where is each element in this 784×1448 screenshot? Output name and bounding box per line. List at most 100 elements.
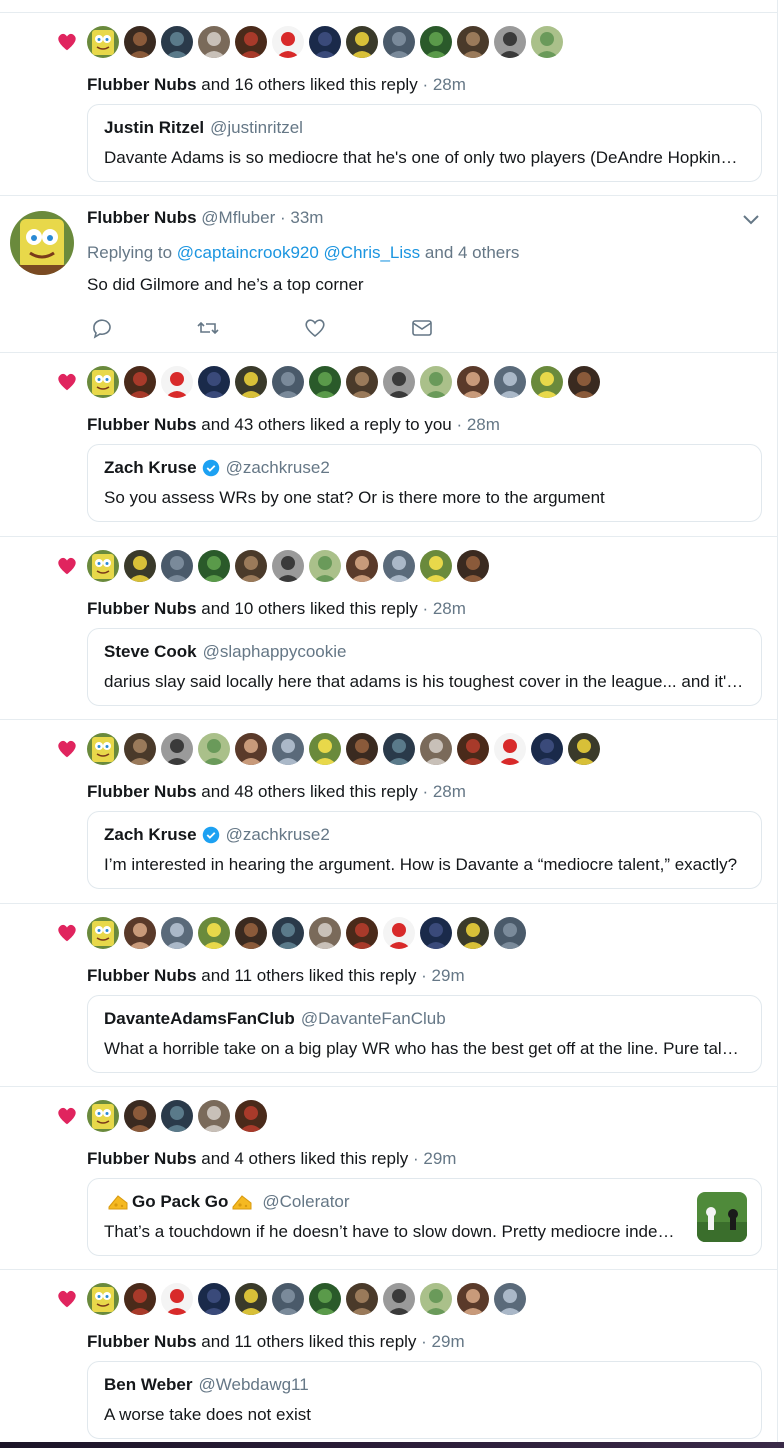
liker-avatar[interactable]	[161, 1100, 193, 1132]
liker-avatar[interactable]	[124, 26, 156, 58]
quoted-author-handle[interactable]: @Colerator	[262, 1191, 349, 1213]
liker-avatar[interactable]	[457, 366, 489, 398]
liker-avatar[interactable]	[272, 550, 304, 582]
media-thumbnail[interactable]	[697, 1192, 747, 1242]
liker-avatar[interactable]	[198, 1283, 230, 1315]
liker-avatar[interactable]	[494, 1283, 526, 1315]
liker-avatar[interactable]	[383, 1283, 415, 1315]
liker-avatar[interactable]	[87, 1100, 119, 1132]
liker-name[interactable]: Flubber Nubs	[87, 1149, 197, 1168]
liker-avatar[interactable]	[272, 733, 304, 765]
liker-avatar[interactable]	[272, 366, 304, 398]
tweet-timestamp[interactable]: · 33m	[280, 208, 323, 227]
liker-avatar[interactable]	[309, 366, 341, 398]
liker-avatar[interactable]	[346, 1283, 378, 1315]
liker-avatar[interactable]	[198, 550, 230, 582]
liker-avatar[interactable]	[198, 26, 230, 58]
quoted-author-handle[interactable]: @zachkruse2	[226, 457, 330, 479]
liker-avatar[interactable]	[124, 733, 156, 765]
liker-avatar[interactable]	[383, 366, 415, 398]
liker-avatar[interactable]	[494, 26, 526, 58]
liker-avatar[interactable]	[124, 917, 156, 949]
liker-avatar[interactable]	[87, 1283, 119, 1315]
liker-avatar[interactable]	[568, 366, 600, 398]
like-timestamp[interactable]: · 28m	[422, 75, 465, 94]
quoted-tweet[interactable]: Steve Cook @slaphappycookie darius slay sa…	[87, 628, 762, 706]
liker-name[interactable]: Flubber Nubs	[87, 75, 197, 94]
chevron-down-icon[interactable]	[740, 213, 762, 227]
liker-avatar[interactable]	[161, 366, 193, 398]
reply-user-link[interactable]: @Chris_Liss	[324, 243, 421, 262]
liker-name[interactable]: Flubber Nubs	[87, 782, 197, 801]
quoted-tweet[interactable]: Zach Kruse @zachkruse2 I’m interested in h…	[87, 811, 762, 889]
quoted-author-name[interactable]: Zach Kruse	[104, 824, 197, 846]
liker-avatar[interactable]	[346, 366, 378, 398]
liker-avatar[interactable]	[457, 1283, 489, 1315]
liker-avatar[interactable]	[457, 26, 489, 58]
like-timestamp[interactable]: · 29m	[421, 966, 464, 985]
liker-avatar[interactable]	[87, 550, 119, 582]
quoted-tweet[interactable]: Go Pack Go @Colerator That’s a touchdown i…	[87, 1178, 762, 1256]
liker-avatar[interactable]	[161, 26, 193, 58]
liker-avatar[interactable]	[309, 733, 341, 765]
quoted-author-handle[interactable]: @slaphappycookie	[203, 641, 347, 663]
liker-avatar[interactable]	[531, 26, 563, 58]
quoted-tweet[interactable]: Zach Kruse @zachkruse2 So you assess WRs b…	[87, 444, 762, 522]
liker-avatar[interactable]	[161, 1283, 193, 1315]
liker-avatar[interactable]	[235, 1100, 267, 1132]
like-timestamp[interactable]: · 28m	[422, 782, 465, 801]
liker-avatar[interactable]	[161, 733, 193, 765]
liker-name[interactable]: Flubber Nubs	[87, 966, 197, 985]
quoted-author-name[interactable]: Zach Kruse	[104, 457, 197, 479]
reply-user-link[interactable]: @captaincrook920	[177, 243, 319, 262]
liker-avatar[interactable]	[272, 1283, 304, 1315]
liker-avatar[interactable]	[420, 1283, 452, 1315]
liker-name[interactable]: Flubber Nubs	[87, 415, 197, 434]
like-notification[interactable]: Flubber Nubs and 48 others liked this re…	[0, 720, 778, 903]
quoted-author-name[interactable]: DavanteAdamsFanClub	[104, 1008, 295, 1030]
liker-avatar[interactable]	[235, 917, 267, 949]
liker-avatar[interactable]	[309, 26, 341, 58]
liker-avatar[interactable]	[420, 26, 452, 58]
liker-avatar[interactable]	[124, 550, 156, 582]
quoted-author-name[interactable]: Steve Cook	[104, 641, 197, 663]
liker-avatar[interactable]	[272, 917, 304, 949]
liker-avatar[interactable]	[161, 550, 193, 582]
liker-name[interactable]: Flubber Nubs	[87, 1332, 197, 1351]
quoted-tweet[interactable]: DavanteAdamsFanClub @DavanteFanClub What a…	[87, 995, 762, 1073]
liker-avatar[interactable]	[198, 1100, 230, 1132]
retweet-icon[interactable]	[196, 317, 220, 339]
liker-avatar[interactable]	[235, 550, 267, 582]
quoted-author-name[interactable]: Justin Ritzel	[104, 117, 204, 139]
like-notification[interactable]: Flubber Nubs and 11 others liked this re…	[0, 904, 778, 1086]
liker-avatar[interactable]	[457, 733, 489, 765]
like-notification[interactable]: Flubber Nubs and 43 others liked a reply…	[0, 353, 778, 536]
reply-icon[interactable]	[90, 317, 114, 339]
quoted-author-handle[interactable]: @Webdawg11	[199, 1374, 309, 1396]
like-timestamp[interactable]: · 28m	[422, 599, 465, 618]
liker-avatar[interactable]	[309, 1283, 341, 1315]
liker-avatar[interactable]	[420, 366, 452, 398]
liker-avatar[interactable]	[383, 550, 415, 582]
liker-avatar[interactable]	[494, 733, 526, 765]
reply-others-link[interactable]: and 4 others	[425, 243, 520, 262]
liker-avatar[interactable]	[383, 26, 415, 58]
liker-avatar[interactable]	[568, 733, 600, 765]
liker-avatar[interactable]	[235, 1283, 267, 1315]
liker-avatar[interactable]	[87, 917, 119, 949]
like-timestamp[interactable]: · 29m	[421, 1332, 464, 1351]
tweet-author-name[interactable]: Flubber Nubs	[87, 208, 197, 227]
quoted-author-name[interactable]: Ben Weber	[104, 1374, 193, 1396]
liker-avatar[interactable]	[272, 26, 304, 58]
liker-avatar[interactable]	[87, 26, 119, 58]
liker-avatar[interactable]	[457, 550, 489, 582]
quoted-author-handle[interactable]: @justinritzel	[210, 117, 303, 139]
liker-avatar[interactable]	[383, 733, 415, 765]
liker-avatar[interactable]	[235, 366, 267, 398]
quoted-tweet[interactable]: Justin Ritzel @justinritzel Davante Adams …	[87, 104, 762, 182]
liker-avatar[interactable]	[346, 26, 378, 58]
liker-avatar[interactable]	[531, 366, 563, 398]
liker-avatar[interactable]	[494, 366, 526, 398]
liker-avatar[interactable]	[420, 917, 452, 949]
liker-avatar[interactable]	[457, 917, 489, 949]
